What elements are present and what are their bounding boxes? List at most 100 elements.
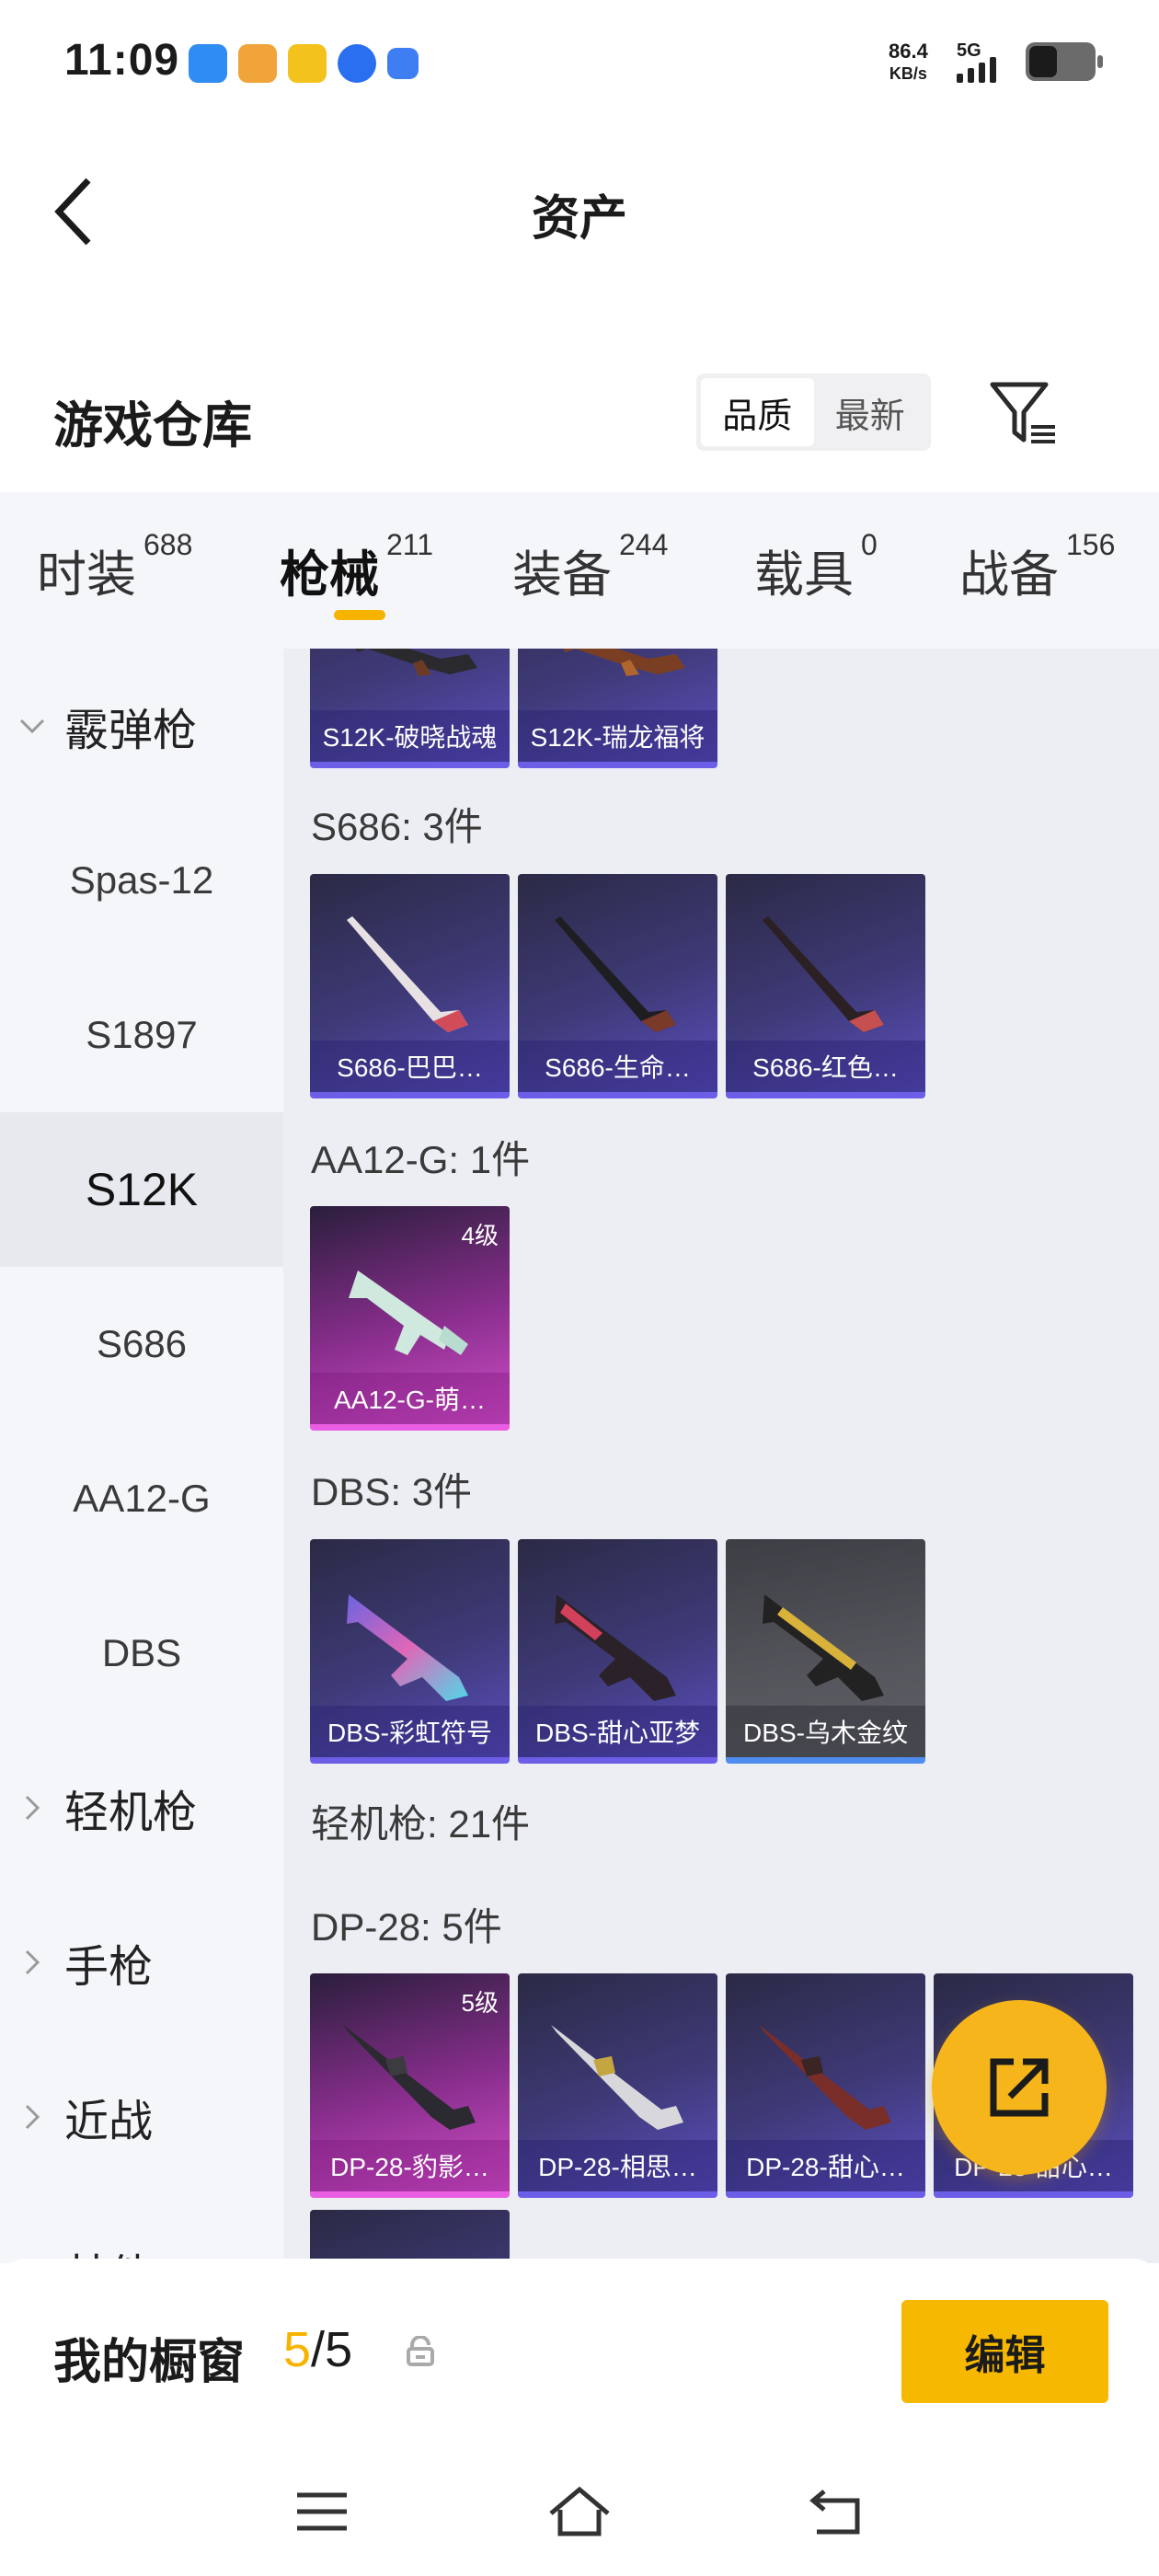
chevron-right-icon — [25, 2104, 40, 2130]
active-tab-indicator — [334, 610, 385, 620]
shotgun-icon — [763, 1594, 884, 1701]
sidebar-group-melee[interactable]: 近战 — [0, 2040, 283, 2194]
tab-count: 688 — [143, 528, 193, 561]
tab-label: 载具 — [754, 547, 854, 603]
tab-combat-gear[interactable]: 战备156 — [959, 528, 1115, 606]
weapon-card[interactable] — [310, 2210, 510, 2263]
tab-label: 战备 — [959, 547, 1059, 603]
sidebar-item-s1897[interactable]: S1897 — [0, 958, 283, 1112]
sidebar-group-label: 手枪 — [64, 1943, 154, 1992]
sort-option-quality[interactable]: 品质 — [701, 378, 814, 446]
machine-gun-icon — [551, 2025, 683, 2130]
sidebar-item-s686[interactable]: S686 — [0, 1267, 283, 1421]
sidebar-item-s12k[interactable]: S12K — [0, 1112, 283, 1267]
edit-button[interactable]: 编辑 — [901, 2300, 1108, 2403]
group-header: S686: 3件 — [311, 805, 483, 848]
showcase-total: 5 — [325, 2322, 353, 2377]
chat-app-icon — [387, 48, 419, 79]
weapon-card[interactable]: DBS-乌木金纹 — [726, 1539, 925, 1764]
sidebar-group-label: 霰弹枪 — [64, 707, 198, 755]
network-speed-value: 86.4 — [889, 40, 928, 63]
sidebar-group-label: 近战 — [64, 2098, 154, 2146]
weapon-card[interactable]: DBS-彩虹符号 — [310, 1539, 510, 1764]
weapon-name: DP-28-相思… — [518, 2140, 717, 2191]
weapon-card[interactable]: S12K-瑞龙福将 — [518, 649, 717, 768]
showcase-title: 我的橱窗 — [53, 2336, 246, 2389]
weapon-card[interactable]: S686-红色… — [726, 874, 925, 1098]
weapon-name: DP-28-甜心… — [726, 2140, 925, 2191]
battery-icon — [1026, 42, 1103, 81]
tab-firearms[interactable]: 枪械211 — [280, 528, 433, 606]
du-app-icon — [338, 44, 376, 83]
shotgun-icon — [555, 1594, 676, 1701]
weapon-card[interactable]: S686-巴巴… — [310, 874, 510, 1098]
category-tabs: 时装688 枪械211 装备244 载具0 战备156 — [0, 492, 1159, 649]
machine-gun-icon — [759, 2025, 891, 2130]
weapon-name: DBS-甜心亚梦 — [518, 1706, 717, 1757]
group-header: 轻机枪: 21件 — [311, 1802, 531, 1846]
group-header: DP-28: 5件 — [311, 1905, 502, 1949]
sidebar-item-spas-12[interactable]: Spas-12 — [0, 803, 283, 958]
group-header: DBS: 3件 — [311, 1470, 473, 1513]
weapon-card[interactable]: S686-生命… — [518, 874, 717, 1098]
weapon-card[interactable]: DP-28-甜心… — [726, 1973, 925, 2198]
weapon-name: DBS-彩虹符号 — [310, 1706, 510, 1757]
tab-count: 244 — [619, 528, 669, 561]
sort-option-latest[interactable]: 最新 — [814, 378, 927, 446]
tab-label: 枪械 — [280, 547, 379, 603]
back-nav-button[interactable] — [800, 2479, 874, 2544]
tab-vehicles[interactable]: 载具0 — [754, 528, 878, 606]
signal-icon — [957, 57, 996, 83]
menu-icon — [297, 2492, 347, 2531]
tab-equipment[interactable]: 装备244 — [512, 528, 668, 606]
shotgun-icon — [347, 1594, 468, 1701]
sidebar-item-aa12-g[interactable]: AA12-G — [0, 1421, 283, 1576]
notification-icons — [189, 44, 419, 83]
chevron-right-icon — [25, 1949, 40, 1975]
weapon-name: AA12-G-萌… — [310, 1373, 510, 1424]
network-speed-unit: KB/s — [889, 64, 927, 83]
weapon-name: DP-28-豹影… — [310, 2140, 510, 2191]
showcase-count: 5/5 — [283, 2321, 352, 2378]
showcase-current: 5 — [283, 2322, 312, 2377]
page-title: 资产 — [531, 192, 627, 246]
share-icon — [990, 2058, 1049, 2117]
share-button[interactable] — [932, 2000, 1107, 2175]
weapon-name: S686-红色… — [726, 1041, 925, 1092]
weapon-card[interactable]: 5级 DP-28-豹影… — [310, 1973, 510, 2198]
home-nav-button[interactable] — [543, 2479, 616, 2544]
weapon-card[interactable]: 4级 AA12-G-萌… — [310, 1206, 510, 1431]
sidebar-group-other[interactable]: 其他 — [0, 2194, 283, 2263]
game-app-icon — [238, 44, 277, 83]
shotgun-icon — [555, 916, 676, 1032]
sidebar-group-label: 轻机枪 — [64, 1788, 198, 1837]
tab-fashion[interactable]: 时装688 — [37, 528, 192, 606]
menu-nav-button[interactable] — [285, 2479, 359, 2544]
weapon-name: S12K-瑞龙福将 — [518, 710, 717, 762]
filter-icon — [990, 382, 1055, 443]
status-bar: 11:09 86.4 KB/s 5G — [0, 0, 1159, 124]
weapon-card[interactable]: S12K-破晓战魂 — [310, 649, 510, 768]
weapon-card[interactable]: DBS-甜心亚梦 — [518, 1539, 717, 1764]
sidebar-item-dbs[interactable]: DBS — [0, 1576, 283, 1731]
weapon-name: DBS-乌木金纹 — [726, 1706, 925, 1757]
weapon-card[interactable]: DP-28-相思… — [518, 1973, 717, 2198]
sidebar-group-shotgun[interactable]: 霰弹枪 — [0, 649, 283, 803]
browser-icon — [189, 44, 227, 83]
screen: 11:09 86.4 KB/s 5G 资产 游戏仓库 品质 最新 时装688 枪… — [0, 0, 1159, 2576]
tab-count: 0 — [861, 528, 878, 561]
sidebar-group-lmg[interactable]: 轻机枪 — [0, 1731, 283, 1885]
shotgun-icon — [763, 916, 884, 1032]
chevron-down-icon — [19, 719, 45, 734]
chevron-right-icon — [25, 1795, 40, 1821]
weapon-name: S686-巴巴… — [310, 1041, 510, 1092]
filter-button[interactable] — [989, 379, 1059, 449]
tab-label: 时装 — [37, 547, 136, 603]
tab-count: 211 — [386, 528, 434, 561]
sidebar-group-pistol[interactable]: 手枪 — [0, 1885, 283, 2040]
gun-icon — [355, 649, 477, 676]
group-header: AA12-G: 1件 — [311, 1138, 531, 1181]
gun-icon — [563, 649, 685, 676]
rifle-icon — [349, 1271, 468, 1355]
shotgun-icon — [347, 916, 468, 1032]
